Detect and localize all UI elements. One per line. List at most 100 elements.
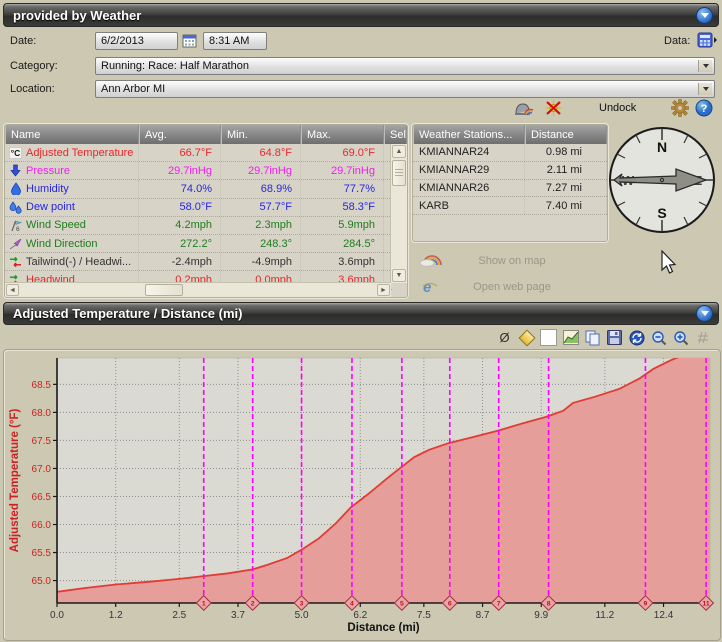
dropdown-arrow-icon[interactable]: [698, 60, 712, 72]
svg-text:e: e: [423, 279, 431, 296]
station-name: KMIANNAR26: [413, 180, 525, 197]
x-tick-label: 2.5: [172, 610, 186, 621]
chevron-down-icon: [701, 13, 709, 18]
column-header-sel[interactable]: Sel: [384, 125, 407, 144]
metric-max: 284.5°: [301, 235, 384, 252]
scroll-right-arrow-icon[interactable]: ►: [377, 284, 390, 296]
scroll-thumb[interactable]: [145, 284, 183, 296]
column-header-avg[interactable]: Avg.: [139, 125, 221, 144]
metric-name: Pressure: [26, 165, 70, 177]
metric-name: Dew point: [26, 201, 75, 213]
svg-text:6: 6: [16, 226, 20, 232]
no-selection-icon[interactable]: Ø: [496, 329, 513, 346]
metric-avg: 4.2mph: [139, 217, 221, 234]
open-web-page-link[interactable]: Open web page: [447, 281, 577, 293]
x-tick-label: 0.0: [50, 610, 64, 621]
time-input[interactable]: 8:31 AM: [203, 32, 267, 50]
zoom-out-icon[interactable]: [650, 329, 667, 346]
y-tick-label: 66.0: [32, 520, 52, 531]
dropdown-arrow-icon[interactable]: [698, 83, 712, 95]
chart-header-bar: Adjusted Temperature / Distance (mi): [3, 302, 719, 325]
temperature-chart[interactable]: 65.065.566.066.567.067.568.068.50.01.22.…: [4, 350, 718, 638]
metric-avg: 58.0°F: [139, 199, 221, 216]
stations-table-header: Weather Stations... Distance: [413, 125, 607, 144]
droplet-icon: [8, 182, 23, 195]
zoom-in-icon[interactable]: [672, 329, 689, 346]
data-label: Data:: [664, 35, 690, 47]
location-dropdown[interactable]: Ann Arbor MI: [95, 80, 715, 98]
metric-min: -4.9mph: [221, 253, 301, 270]
column-header-max[interactable]: Max.: [301, 125, 384, 144]
station-distance: 7.40 mi: [525, 197, 607, 214]
metric-max: 77.7%: [301, 180, 384, 197]
metric-min: 248.3°: [221, 235, 301, 252]
svg-text:7: 7: [497, 601, 501, 608]
table-row[interactable]: KMIANNAR240.98 mi: [413, 144, 607, 162]
station-distance: 0.98 mi: [525, 144, 607, 161]
column-header-distance[interactable]: Distance: [525, 125, 607, 144]
column-header-station[interactable]: Weather Stations...: [413, 125, 525, 144]
copy-icon[interactable]: [584, 329, 601, 346]
weather-metrics-table: Name Avg. Min. Max. Sel °CAdjusted Tempe…: [4, 124, 408, 298]
refresh-icon[interactable]: [628, 329, 645, 346]
x-tick-label: 6.2: [353, 610, 367, 621]
metrics-vertical-scrollbar[interactable]: ▲ ▼: [390, 144, 407, 283]
svg-text:2: 2: [251, 601, 255, 608]
svg-text:?: ?: [701, 103, 708, 115]
metric-max: 3.6mph: [301, 253, 384, 270]
table-row[interactable]: KARB7.40 mi: [413, 197, 607, 215]
metric-min: 68.9%: [221, 180, 301, 197]
chart-style-icon[interactable]: [562, 329, 579, 346]
metric-min: 2.3mph: [221, 217, 301, 234]
save-icon[interactable]: [606, 329, 623, 346]
collapse-chevron-button[interactable]: [696, 7, 713, 24]
chart-collapse-chevron-button[interactable]: [696, 305, 713, 322]
location-label: Location:: [10, 83, 55, 95]
show-on-map-icon: [419, 252, 443, 271]
settings-gear-icon[interactable]: [671, 99, 689, 120]
weather-stations-table: Weather Stations... Distance KMIANNAR240…: [412, 124, 608, 242]
date-input[interactable]: 6/2/2013: [95, 32, 178, 50]
svg-text:9: 9: [644, 601, 648, 608]
scroll-down-arrow-icon[interactable]: ▼: [392, 269, 406, 282]
undock-button[interactable]: Undock: [599, 102, 636, 114]
open-web-page-icon: e: [421, 278, 439, 299]
scroll-up-arrow-icon[interactable]: ▲: [392, 145, 406, 158]
metric-min: 57.7°F: [221, 199, 301, 216]
color-swatch-icon[interactable]: [540, 329, 557, 346]
table-row[interactable]: KMIANNAR267.27 mi: [413, 180, 607, 198]
scroll-thumb[interactable]: [392, 160, 406, 186]
calendar-icon[interactable]: [182, 33, 198, 52]
compass-north-label: N: [657, 139, 667, 155]
svg-text:11: 11: [702, 601, 709, 608]
weather-download-icon[interactable]: [514, 100, 534, 120]
metrics-horizontal-scrollbar[interactable]: ◄ ►: [5, 282, 391, 297]
station-distance: 7.27 mi: [525, 180, 607, 197]
scroll-left-arrow-icon[interactable]: ◄: [6, 284, 19, 296]
diamond-marker-icon[interactable]: [518, 329, 535, 346]
table-row[interactable]: Humidity74.0%68.9%77.7%: [5, 180, 392, 198]
table-row[interactable]: °CAdjusted Temperature66.7°F64.8°F69.0°F: [5, 144, 392, 162]
table-row[interactable]: 6Wind Speed4.2mph2.3mph5.9mph: [5, 217, 392, 235]
table-row[interactable]: KMIANNAR292.11 mi: [413, 162, 607, 180]
table-row[interactable]: Wind Direction272.2°248.3°284.5°: [5, 235, 392, 253]
celsius-icon: °C: [8, 147, 23, 159]
chart-title: Adjusted Temperature / Distance (mi): [4, 306, 242, 321]
metric-max: 5.9mph: [301, 217, 384, 234]
help-icon[interactable]: ?: [695, 99, 713, 120]
station-name: KMIANNAR24: [413, 144, 525, 161]
metric-name: Humidity: [26, 183, 69, 195]
pan-tool-icon[interactable]: [694, 329, 711, 346]
y-tick-label: 65.0: [32, 576, 52, 587]
table-row[interactable]: Dew point58.0°F57.7°F58.3°F: [5, 199, 392, 217]
table-row[interactable]: Pressure29.7inHg29.7inHg29.7inHg: [5, 162, 392, 180]
table-row[interactable]: Tailwind(-) / Headwi...-2.4mph-4.9mph3.6…: [5, 253, 392, 271]
column-header-min[interactable]: Min.: [221, 125, 301, 144]
category-label: Category:: [10, 60, 58, 72]
show-on-map-link[interactable]: Show on map: [447, 255, 577, 267]
metric-name: Wind Direction: [26, 238, 98, 250]
clear-weather-icon[interactable]: [544, 99, 563, 120]
category-dropdown[interactable]: Running: Race: Half Marathon: [95, 57, 715, 75]
data-source-icon[interactable]: [697, 32, 717, 51]
column-header-name[interactable]: Name: [5, 125, 139, 144]
